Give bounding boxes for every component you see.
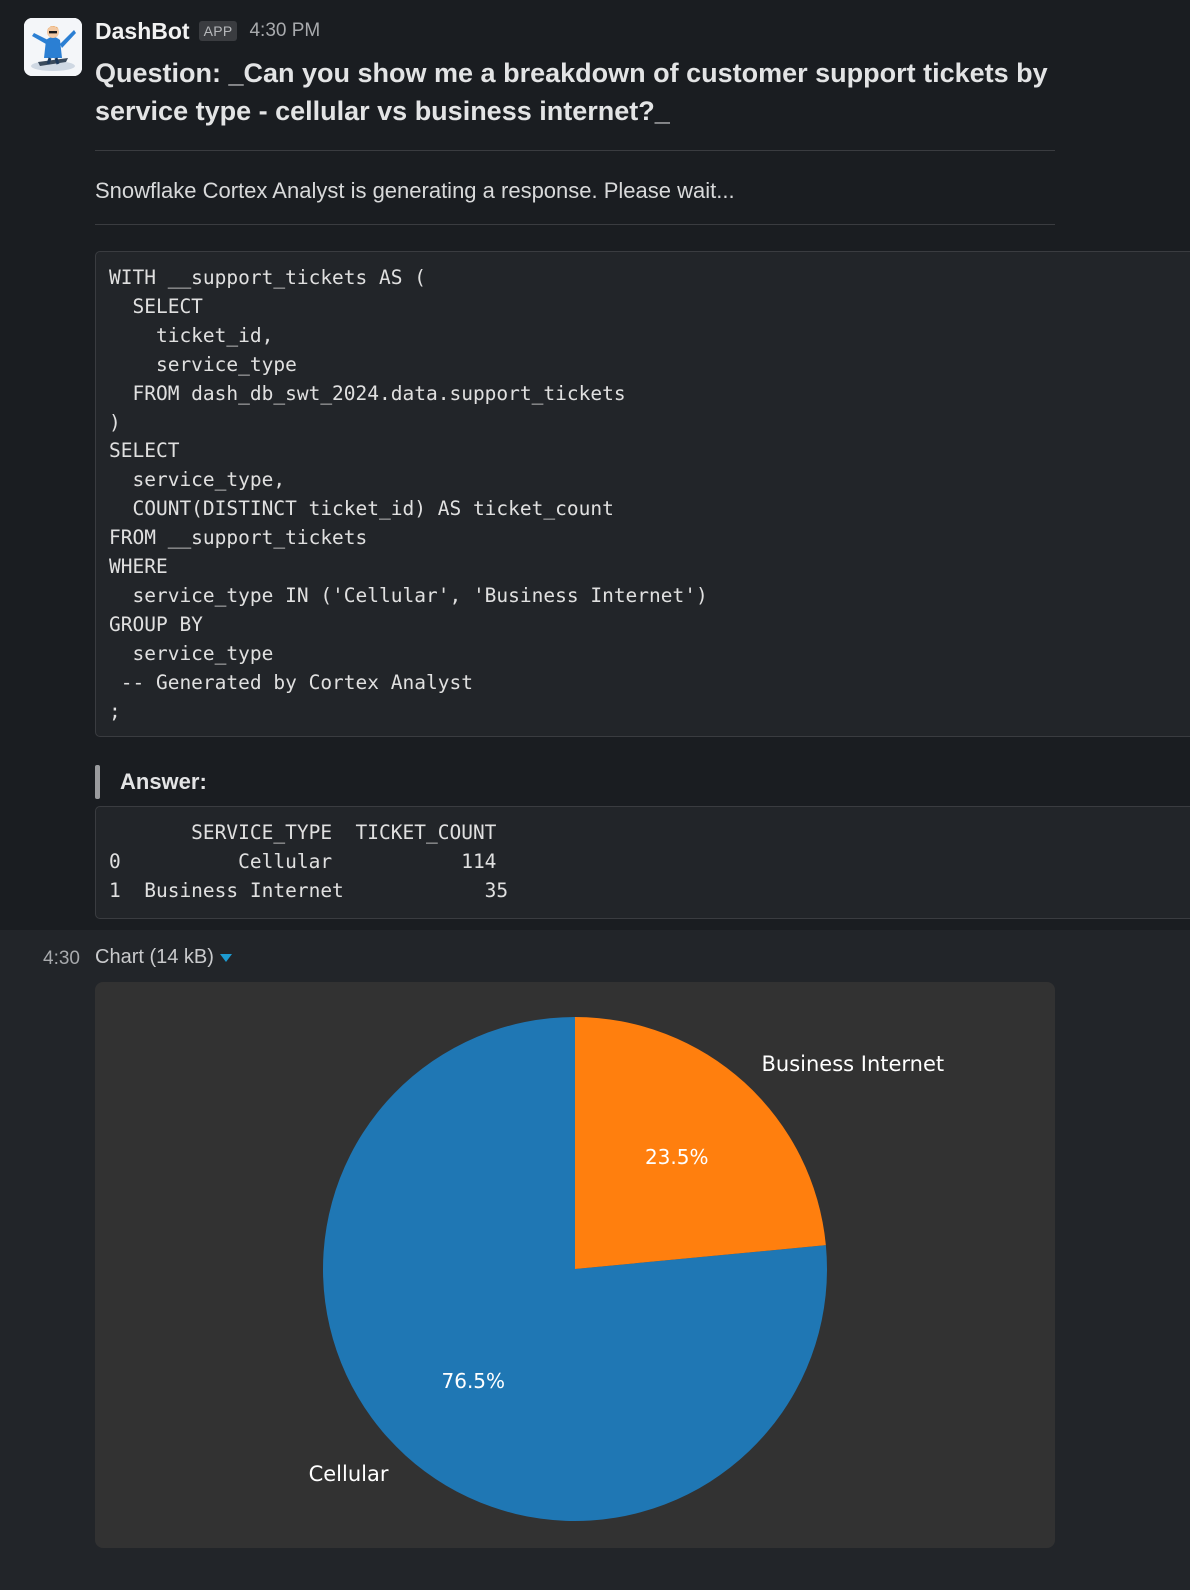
message-header: DashBot APP 4:30 PM <box>95 16 320 46</box>
caret-down-icon <box>219 953 232 962</box>
divider <box>95 224 1055 225</box>
question-text: Question: _Can you show me a breakdown o… <box>95 58 1048 126</box>
attachment-timestamp[interactable]: 4:30 <box>43 948 80 970</box>
pct-label-business-internet: 23.5% <box>645 1145 709 1169</box>
category-label-business-internet: Business Internet <box>761 1052 944 1076</box>
message-timestamp[interactable]: 4:30 PM <box>249 20 320 42</box>
category-label-cellular: Cellular <box>309 1462 389 1486</box>
bot-avatar[interactable] <box>24 18 82 76</box>
bot-name-link[interactable]: DashBot <box>95 18 190 45</box>
sql-code: WITH __support_tickets AS ( SELECT ticke… <box>109 266 708 723</box>
answer-table-block: SERVICE_TYPE TICKET_COUNT 0 Cellular 114… <box>95 806 1190 919</box>
attachment-message: 4:30 Chart (14 kB) 76.5% Cellular 23.5% Bus… <box>0 930 1190 1590</box>
bot-message: DashBot APP 4:30 PM Question: _Can you s… <box>0 0 1190 930</box>
quote-bar <box>95 765 100 799</box>
answer-label: Answer: <box>120 769 207 794</box>
pct-label-cellular: 76.5% <box>442 1369 506 1393</box>
pie-chart: 76.5% Cellular 23.5% Business Internet <box>309 1017 944 1521</box>
attachment-toggle[interactable]: Chart (14 kB) <box>95 946 232 969</box>
status-text: Snowflake Cortex Analyst is generating a… <box>95 178 735 203</box>
bot-avatar-icon <box>24 18 82 76</box>
attachment-title: Chart (14 kB) <box>95 946 214 968</box>
sql-code-block: WITH __support_tickets AS ( SELECT ticke… <box>95 251 1190 737</box>
app-badge: APP <box>198 21 238 41</box>
answer-quote: Answer: <box>95 764 207 800</box>
chart-image[interactable]: 76.5% Cellular 23.5% Business Internet <box>95 982 1055 1548</box>
divider <box>95 150 1055 151</box>
answer-table: SERVICE_TYPE TICKET_COUNT 0 Cellular 114… <box>109 821 509 902</box>
